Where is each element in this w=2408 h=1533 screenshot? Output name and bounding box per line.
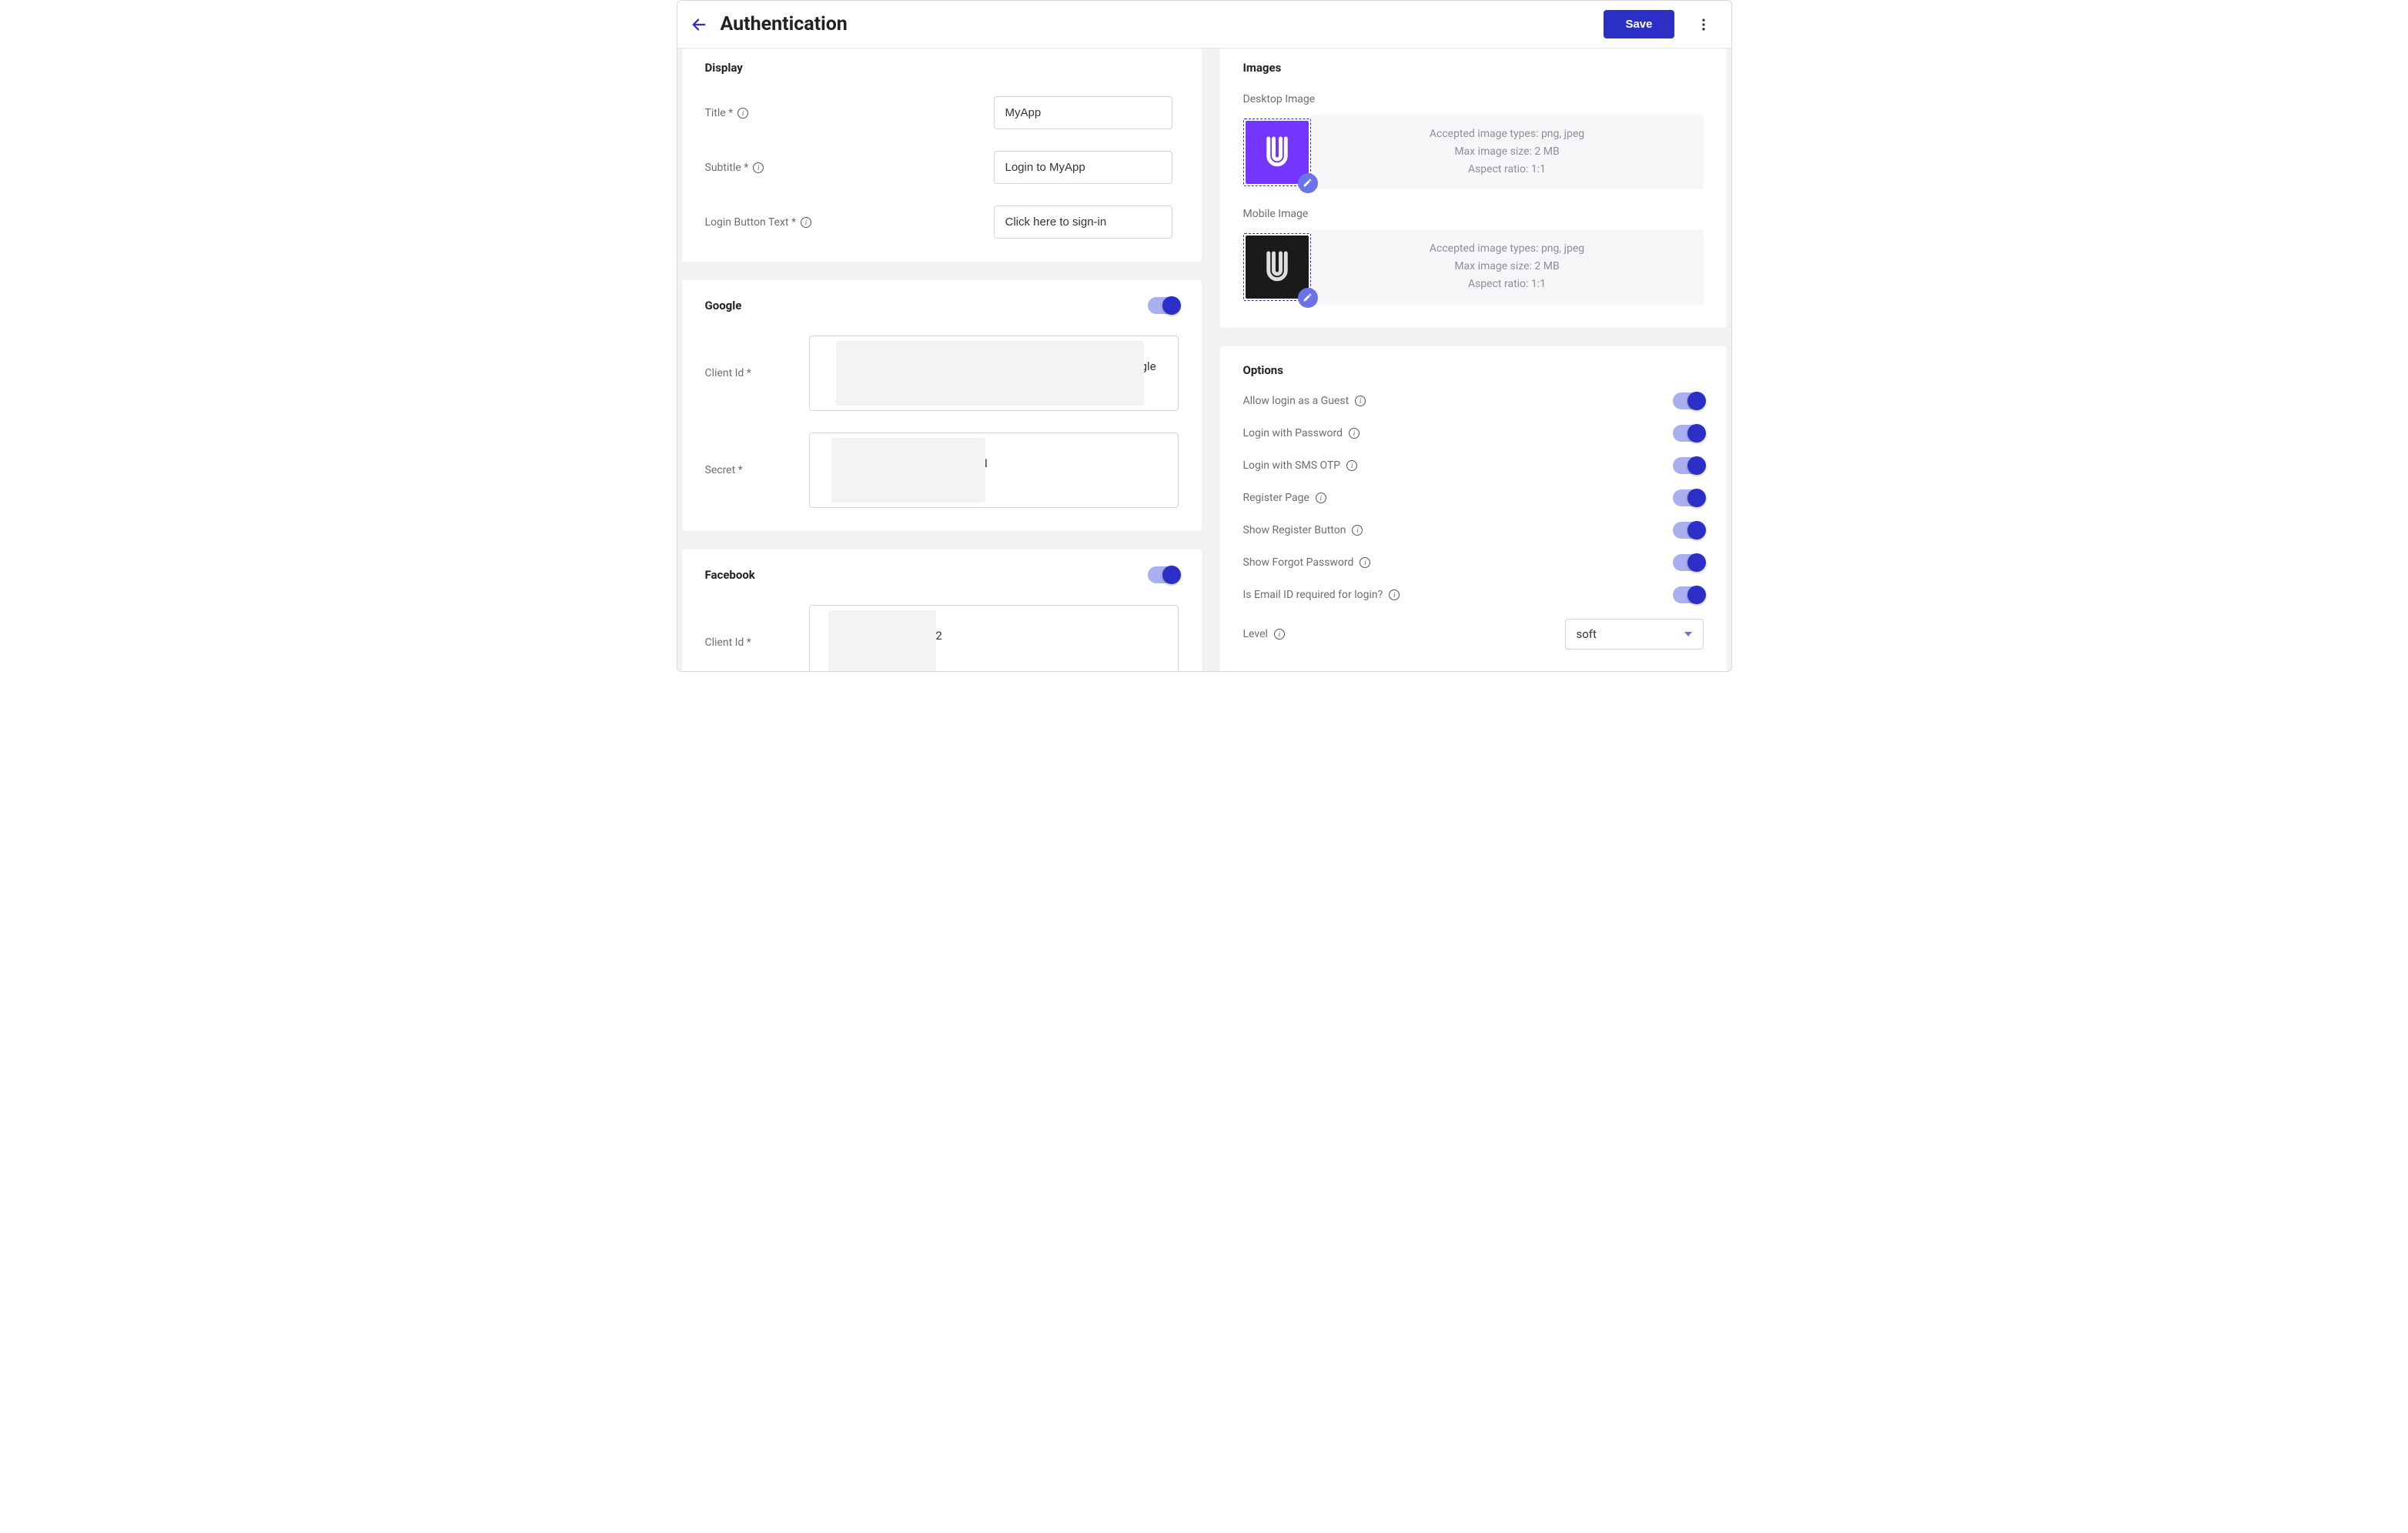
info-icon[interactable]: i	[801, 217, 811, 228]
google-clientid-label: Client Id *	[705, 367, 809, 379]
subtitle-input[interactable]	[994, 151, 1172, 184]
info-icon[interactable]: i	[1389, 589, 1400, 600]
info-icon[interactable]: i	[737, 108, 748, 119]
google-secret-input[interactable]: X N	[809, 433, 1179, 508]
page-header: Authentication Save	[677, 1, 1731, 48]
login-password-label: Login with Password i	[1243, 427, 1360, 439]
pencil-icon	[1303, 178, 1313, 188]
info-icon[interactable]: i	[1316, 493, 1326, 503]
show-forgot-password-label: Show Forgot Password i	[1243, 556, 1371, 569]
body-scroll[interactable]: Display Title * i Subtitle * i	[677, 48, 1731, 671]
allow-guest-toggle[interactable]	[1673, 392, 1704, 409]
login-button-text-input[interactable]	[994, 205, 1172, 239]
left-column: Display Title * i Subtitle * i	[682, 48, 1202, 671]
desktop-image-hint: Accepted image types: png, jpeg Max imag…	[1311, 115, 1704, 189]
facebook-card: Facebook Client Id * 1 2	[682, 549, 1202, 671]
title-label: Title * i	[705, 107, 809, 119]
info-icon[interactable]: i	[1274, 629, 1285, 640]
images-title: Images	[1243, 61, 1282, 75]
login-password-toggle[interactable]	[1673, 425, 1704, 442]
mobile-image-thumb[interactable]	[1243, 233, 1311, 301]
app-frame: Authentication Save Display Title * i	[677, 0, 1732, 672]
email-required-label: Is Email ID required for login? i	[1243, 589, 1400, 601]
back-button[interactable]	[688, 14, 710, 35]
show-register-button-label: Show Register Button i	[1243, 524, 1363, 536]
subtitle-label: Subtitle * i	[705, 162, 809, 174]
display-title: Display	[705, 61, 743, 75]
app-logo-icon	[1256, 246, 1298, 288]
title-input[interactable]	[994, 96, 1172, 129]
redaction-bar	[836, 341, 1144, 406]
info-icon[interactable]: i	[1360, 557, 1370, 568]
info-icon[interactable]: i	[753, 162, 764, 173]
redaction-bar	[828, 610, 936, 671]
pencil-icon	[1303, 292, 1313, 302]
edit-mobile-image-button[interactable]	[1298, 288, 1318, 308]
show-forgot-password-toggle[interactable]	[1673, 554, 1704, 571]
info-icon[interactable]: i	[1349, 428, 1360, 439]
login-sms-otp-toggle[interactable]	[1673, 457, 1704, 474]
google-clientid-input[interactable]: 76 ogle	[809, 336, 1179, 411]
desktop-image-thumb[interactable]	[1243, 119, 1311, 186]
register-page-label: Register Page i	[1243, 492, 1326, 504]
facebook-title: Facebook	[705, 568, 755, 582]
login-btn-text-label: Login Button Text * i	[705, 216, 828, 229]
facebook-clientid-label: Client Id *	[705, 636, 809, 649]
show-register-button-toggle[interactable]	[1673, 522, 1704, 539]
mobile-image-hint: Accepted image types: png, jpeg Max imag…	[1311, 229, 1704, 304]
desktop-image-label: Desktop Image	[1243, 93, 1704, 105]
info-icon[interactable]: i	[1346, 460, 1357, 471]
google-secret-label: Secret *	[705, 464, 809, 476]
level-label: Level i	[1243, 628, 1285, 640]
chevron-down-icon	[1684, 632, 1692, 636]
google-title: Google	[705, 299, 742, 312]
display-card: Display Title * i Subtitle * i	[682, 48, 1202, 262]
right-column: Images Desktop Image Accepted image type…	[1220, 48, 1727, 671]
options-title: Options	[1243, 363, 1283, 377]
mobile-image-label: Mobile Image	[1243, 208, 1704, 220]
page-title: Authentication	[721, 13, 848, 35]
edit-desktop-image-button[interactable]	[1298, 173, 1318, 193]
app-logo-icon	[1256, 132, 1298, 173]
login-sms-otp-label: Login with SMS OTP i	[1243, 459, 1358, 472]
email-required-toggle[interactable]	[1673, 586, 1704, 603]
arrow-left-icon	[691, 16, 707, 33]
info-icon[interactable]: i	[1355, 396, 1366, 406]
redaction-bar	[831, 438, 985, 503]
dots-vertical-icon	[1696, 17, 1711, 32]
allow-guest-label: Allow login as a Guest i	[1243, 395, 1366, 407]
facebook-toggle[interactable]	[1148, 566, 1179, 583]
images-card: Images Desktop Image Accepted image type…	[1220, 48, 1727, 328]
level-select[interactable]: soft	[1565, 619, 1704, 650]
google-toggle[interactable]	[1148, 297, 1179, 314]
options-card: Options Allow login as a Guest i Login w…	[1220, 346, 1727, 671]
info-icon[interactable]: i	[1352, 525, 1363, 536]
save-button[interactable]: Save	[1604, 10, 1674, 38]
facebook-clientid-input[interactable]: 1 2	[809, 605, 1179, 671]
overflow-menu-button[interactable]	[1691, 12, 1716, 37]
google-card: Google Client Id * 76	[682, 280, 1202, 531]
register-page-toggle[interactable]	[1673, 489, 1704, 506]
